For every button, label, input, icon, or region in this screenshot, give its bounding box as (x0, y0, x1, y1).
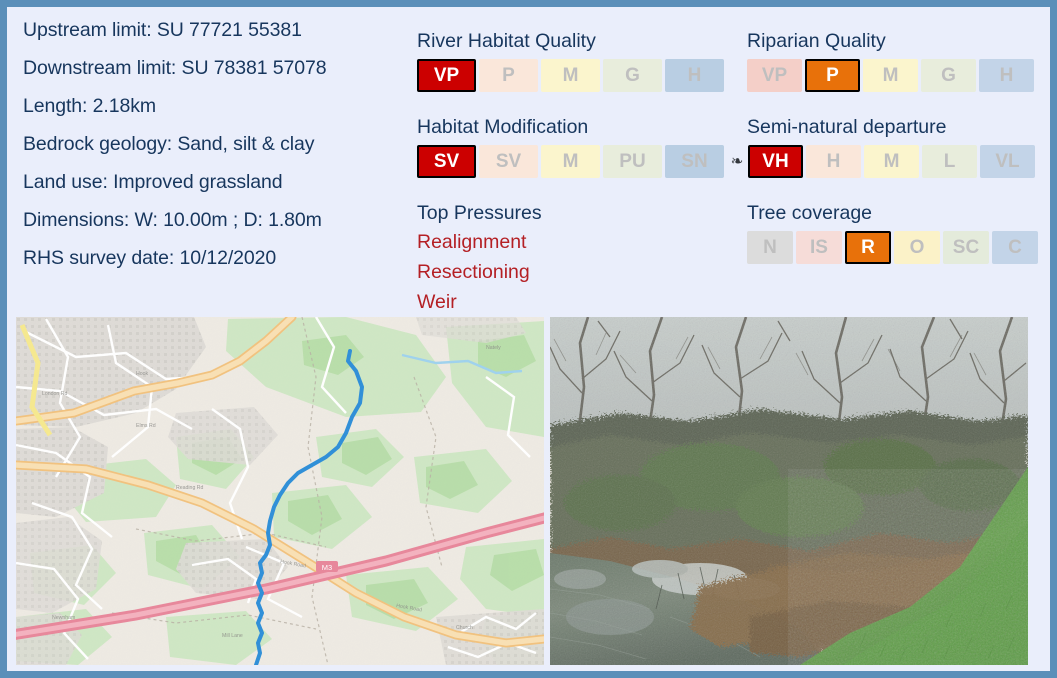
panel-title-tree-coverage: Tree coverage (747, 202, 873, 224)
top-pressure-item: Realignment (417, 231, 527, 254)
scale-cell-p[interactable]: P (805, 59, 860, 93)
river-survey-card: Upstream limit: SU 77721 55381 Downstrea… (0, 0, 1057, 678)
scale-cell-sc[interactable]: SC (943, 231, 989, 265)
location-map-graphic: M3 Hook London Rd Elms Rd Reading Rd Hoo… (16, 317, 544, 665)
detail-bedrock-geology: Bedrock geology: Sand, silt & clay (23, 133, 315, 155)
river-photograph-graphic (550, 317, 1028, 665)
scale-riparian-quality: VP P M G H (747, 59, 1034, 93)
scale-cell-m[interactable]: M (864, 145, 919, 179)
scale-cell-p[interactable]: P (479, 59, 538, 93)
scale-cell-m[interactable]: M (863, 59, 918, 93)
panel-top-pressures: Top Pressures Realignment Resectioning Wei… (417, 202, 542, 318)
scale-cell-o[interactable]: O (894, 231, 940, 265)
panel-title-riparian-quality: Riparian Quality (747, 30, 886, 52)
panel-river-habitat-quality: River Habitat Quality VP P M G H (417, 30, 724, 93)
top-pressures-list: Realignment Resectioning Weir (417, 228, 542, 317)
ornament-icon: ❧ (730, 152, 744, 171)
scale-cell-g[interactable]: G (603, 59, 662, 93)
scale-cell-m[interactable]: M (541, 59, 600, 93)
scale-cell-g[interactable]: G (921, 59, 976, 93)
top-pressure-item: Weir (417, 291, 457, 314)
site-details-list: Upstream limit: SU 77721 55381 Downstrea… (23, 19, 413, 287)
scale-cell-vh[interactable]: VH (748, 145, 803, 179)
scale-cell-h[interactable]: H (806, 145, 861, 179)
media-row: M3 Hook London Rd Elms Rd Reading Rd Hoo… (16, 317, 1041, 669)
scale-cell-sv[interactable]: SV (417, 145, 476, 179)
panel-title-top-pressures: Top Pressures (417, 202, 542, 224)
scale-semi-natural-departure: ❧ VH H M L VL (729, 145, 1035, 179)
panel-title-river-habitat-quality: River Habitat Quality (417, 30, 596, 52)
scale-cell-is[interactable]: IS (796, 231, 842, 265)
panel-semi-natural-departure: Semi-natural departure ❧ VH H M L VL (731, 116, 1035, 179)
detail-upstream-limit: Upstream limit: SU 77721 55381 (23, 19, 302, 41)
summary-panel: Upstream limit: SU 77721 55381 Downstrea… (7, 7, 1050, 313)
scale-cell-h[interactable]: H (665, 59, 724, 93)
panel-riparian-quality: Riparian Quality VP P M G H (747, 30, 1034, 93)
scale-tree-coverage: N IS R O SC C (747, 231, 1038, 265)
scale-habitat-modification: SV SV M PU SN (417, 145, 724, 179)
scale-cell-c[interactable]: C (992, 231, 1038, 265)
scale-cell-vp[interactable]: VP (747, 59, 802, 93)
scale-cell-vp[interactable]: VP (417, 59, 476, 93)
panel-tree-coverage: Tree coverage N IS R O SC C (747, 202, 1038, 265)
scale-river-habitat-quality: VP P M G H (417, 59, 724, 93)
detail-dimensions: Dimensions: W: 10.00m ; D: 1.80m (23, 209, 322, 231)
detail-land-use: Land use: Improved grassland (23, 171, 283, 193)
panel-title-habitat-modification: Habitat Modification (417, 116, 589, 138)
detail-survey-date: RHS survey date: 10/12/2020 (23, 247, 277, 269)
scale-cell-sn[interactable]: SN (665, 145, 724, 179)
scale-cell-vl[interactable]: VL (980, 145, 1035, 179)
location-map[interactable]: M3 Hook London Rd Elms Rd Reading Rd Hoo… (16, 317, 544, 665)
detail-downstream-limit: Downstream limit: SU 78381 57078 (23, 57, 327, 79)
scale-cell-pu[interactable]: PU (603, 145, 662, 179)
panel-title-semi-natural-departure: Semi-natural departure (747, 116, 947, 138)
detail-length: Length: 2.18km (23, 95, 157, 117)
scale-cell-m[interactable]: M (541, 145, 600, 179)
scale-cell-n[interactable]: N (747, 231, 793, 265)
scale-cell-r[interactable]: R (845, 231, 891, 265)
panel-habitat-modification: Habitat Modification SV SV M PU SN (417, 116, 724, 179)
scale-cell-h[interactable]: H (979, 59, 1034, 93)
scale-cell-l[interactable]: L (922, 145, 977, 179)
top-pressure-item: Resectioning (417, 261, 530, 284)
scale-cell-sv[interactable]: SV (479, 145, 538, 179)
river-photograph[interactable] (550, 317, 1028, 665)
